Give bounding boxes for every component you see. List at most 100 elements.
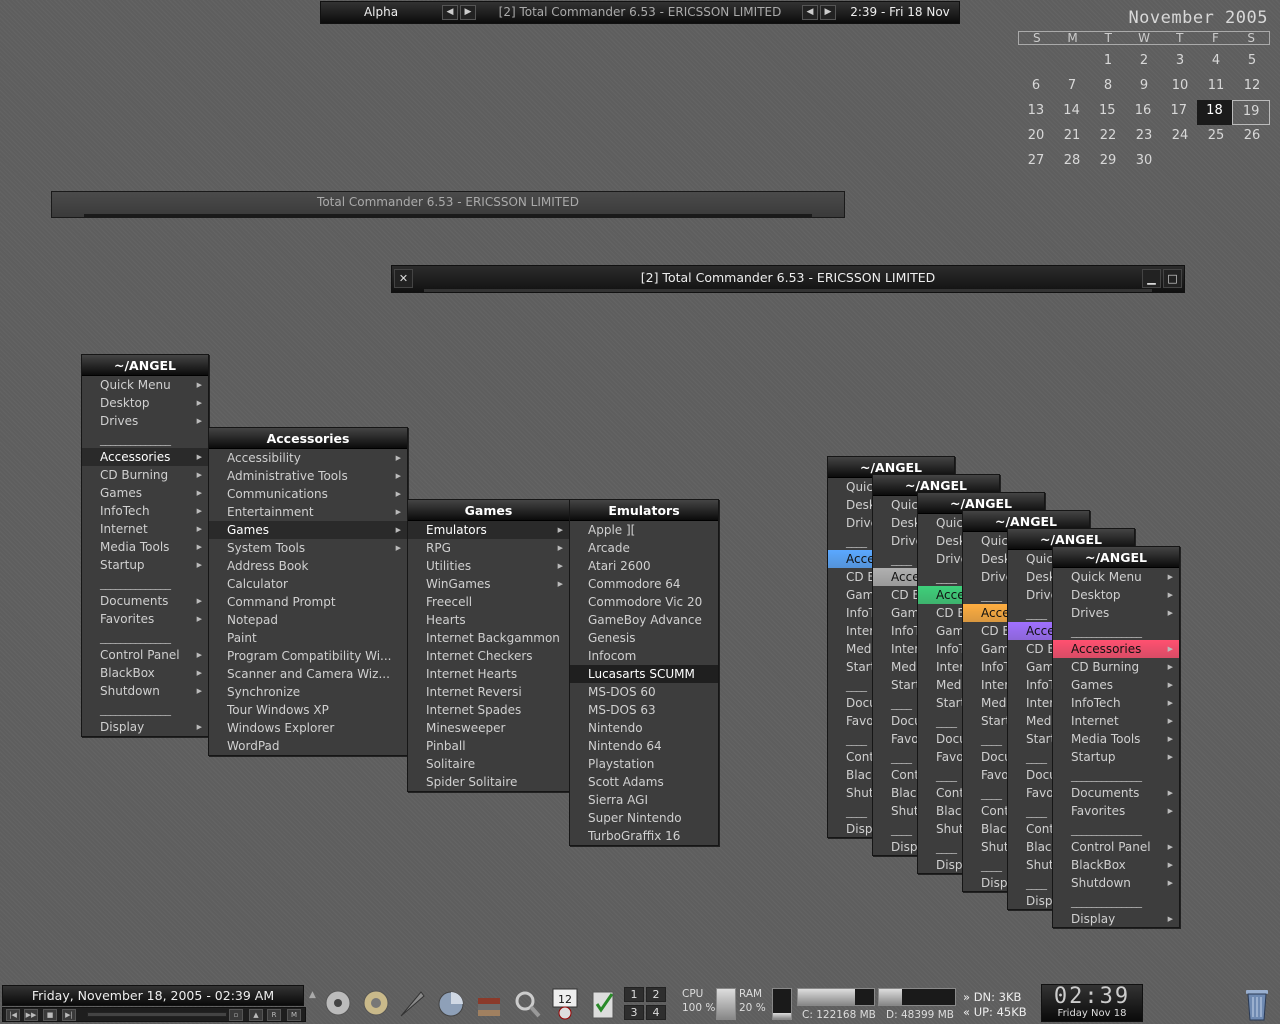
play-icon[interactable]: ▶▶	[24, 1009, 38, 1021]
next-track-icon[interactable]: ▶|	[62, 1009, 76, 1021]
menu-item-media-tools[interactable]: Media Tools ▶	[82, 538, 208, 556]
menu-item-blackbox[interactable]: BlackBox ▶	[1053, 856, 1179, 874]
menu-item-quick-menu[interactable]: Quick Menu ▶	[1053, 568, 1179, 586]
menu-item-spider-solitaire[interactable]: Spider Solitaire	[408, 773, 569, 791]
calendar-day[interactable]: 2	[1126, 50, 1162, 75]
menu-item-control-panel[interactable]: Control Panel ▶	[82, 646, 208, 664]
menu-item-games[interactable]: Games ▶	[1053, 676, 1179, 694]
desktop-switch-2[interactable]: 2	[646, 987, 666, 1002]
menu-item-communications[interactable]: Communications ▶	[209, 485, 407, 503]
menu-item-accessibility[interactable]: Accessibility ▶	[209, 449, 407, 467]
menu-item-wordpad[interactable]: WordPad	[209, 737, 407, 755]
calendar-day[interactable]: 21	[1054, 125, 1090, 150]
menu-item-genesis[interactable]: Genesis	[570, 629, 718, 647]
stop-icon[interactable]: ■	[43, 1009, 57, 1021]
menu-item-calculator[interactable]: Calculator	[209, 575, 407, 593]
menu-item-program-compatibility-wi[interactable]: Program Compatibility Wi...	[209, 647, 407, 665]
disk-icon[interactable]	[361, 986, 391, 1020]
cd-icon[interactable]	[323, 986, 353, 1020]
workspace-label[interactable]: Alpha	[321, 2, 441, 23]
menu-item-pinball[interactable]: Pinball	[408, 737, 569, 755]
calendar-day[interactable]: 3	[1162, 50, 1198, 75]
calendar-day[interactable]: 13	[1018, 100, 1054, 125]
menu-item-utilities[interactable]: Utilities ▶	[408, 557, 569, 575]
eject-icon[interactable]: ▲	[249, 1009, 263, 1021]
menu-item-shutdown[interactable]: Shutdown ▶	[82, 682, 208, 700]
menu-item-minesweeper[interactable]: Minesweeper	[408, 719, 569, 737]
menu-item-atari-2600[interactable]: Atari 2600	[570, 557, 718, 575]
menu-item-freecell[interactable]: Freecell	[408, 593, 569, 611]
menu-item-scanner-and-camera-wiz[interactable]: Scanner and Camera Wiz...	[209, 665, 407, 683]
menu-item-super-nintendo[interactable]: Super Nintendo	[570, 809, 718, 827]
calendar-day[interactable]: 24	[1162, 125, 1198, 150]
calendar-day[interactable]: 7	[1054, 75, 1090, 100]
menu-item-nintendo-64[interactable]: Nintendo 64	[570, 737, 718, 755]
menu-item-rpg[interactable]: RPG ▶	[408, 539, 569, 557]
menu-item-accessories[interactable]: Accessories ▶	[82, 448, 208, 466]
menu-item-paint[interactable]: Paint	[209, 629, 407, 647]
menu-item-commodore-vic-20[interactable]: Commodore Vic 20	[570, 593, 718, 611]
menu-item-games[interactable]: Games ▶	[209, 521, 407, 539]
menu-item-games[interactable]: Games ▶	[82, 484, 208, 502]
menu-item-solitaire[interactable]: Solitaire	[408, 755, 569, 773]
menu-item-scott-adams[interactable]: Scott Adams	[570, 773, 718, 791]
menu-item-lucasarts-scumm[interactable]: Lucasarts SCUMM	[570, 665, 718, 683]
menu-item-accessories[interactable]: Accessories ▶	[1053, 640, 1179, 658]
menu-item-notepad[interactable]: Notepad	[209, 611, 407, 629]
minimize-icon[interactable]: ▁	[1142, 269, 1161, 288]
task-title[interactable]: [2] Total Commander 6.53 - ERICSSON LIMI…	[481, 2, 799, 23]
calendar-day[interactable]: 19	[1232, 100, 1271, 125]
menu-item-emulators[interactable]: Emulators ▶	[408, 521, 569, 539]
desktop-switch-4[interactable]: 4	[646, 1005, 666, 1020]
menu-item-cd-burning[interactable]: CD Burning ▶	[1053, 658, 1179, 676]
menu-item-quick-menu[interactable]: Quick Menu ▶	[82, 376, 208, 394]
menu-item-drives[interactable]: Drives ▶	[82, 412, 208, 430]
menu-item-entertainment[interactable]: Entertainment ▶	[209, 503, 407, 521]
calendar-day[interactable]: 5	[1234, 50, 1270, 75]
next-task-button[interactable]: ▶	[820, 5, 836, 20]
menu-item-tour-windows-xp[interactable]: Tour Windows XP	[209, 701, 407, 719]
menu-item-media-tools[interactable]: Media Tools ▶	[1053, 730, 1179, 748]
magnifier-icon[interactable]	[512, 986, 542, 1020]
next-workspace-button[interactable]: ▶	[460, 5, 476, 20]
menu-item-ms-dos-60[interactable]: MS-DOS 60	[570, 683, 718, 701]
menu-item-cd-burning[interactable]: CD Burning ▶	[82, 466, 208, 484]
menu-item-command-prompt[interactable]: Command Prompt	[209, 593, 407, 611]
menu-item-documents[interactable]: Documents ▶	[1053, 784, 1179, 802]
menu-item-synchronize[interactable]: Synchronize	[209, 683, 407, 701]
menu-item-internet-spades[interactable]: Internet Spades	[408, 701, 569, 719]
menu-item-drives[interactable]: Drives ▶	[1053, 604, 1179, 622]
menu-item-commodore-64[interactable]: Commodore 64	[570, 575, 718, 593]
menu-item-windows-explorer[interactable]: Windows Explorer	[209, 719, 407, 737]
calendar-day[interactable]: 1	[1090, 50, 1126, 75]
calendar-day[interactable]: 15	[1089, 100, 1125, 125]
calendar-day[interactable]: 28	[1054, 150, 1090, 175]
feather-icon[interactable]	[397, 986, 427, 1020]
menu-item-turbograffix-16[interactable]: TurboGraffix 16	[570, 827, 718, 845]
taskbar-collapse-icon[interactable]: ▲	[309, 990, 317, 1016]
calendar-day[interactable]: 4	[1198, 50, 1234, 75]
menu-item-shutdown[interactable]: Shutdown ▶	[1053, 874, 1179, 892]
calendar-day[interactable]: 16	[1125, 100, 1161, 125]
calendar-day[interactable]: 20	[1018, 125, 1054, 150]
calendar-day[interactable]: 11	[1198, 75, 1234, 100]
total-commander-window[interactable]: ✕ [2] Total Commander 6.53 - ERICSSON LI…	[391, 265, 1185, 293]
menu-item-favorites[interactable]: Favorites ▶	[82, 610, 208, 628]
menu-item-internet-reversi[interactable]: Internet Reversi	[408, 683, 569, 701]
calendar-day[interactable]: 29	[1090, 150, 1126, 175]
desktop-switch-3[interactable]: 3	[624, 1005, 644, 1020]
calendar-day[interactable]: 25	[1198, 125, 1234, 150]
menu-item-internet[interactable]: Internet ▶	[82, 520, 208, 538]
notepad-icon[interactable]	[588, 986, 618, 1020]
recycle-bin-icon[interactable]	[1238, 984, 1276, 1022]
menu-item-internet-hearts[interactable]: Internet Hearts	[408, 665, 569, 683]
menu-item-display[interactable]: Display ▶	[82, 718, 208, 736]
menu-item-infotech[interactable]: InfoTech ▶	[82, 502, 208, 520]
menu-item-administrative-tools[interactable]: Administrative Tools ▶	[209, 467, 407, 485]
calendar-day[interactable]: 18	[1196, 100, 1233, 125]
books-icon[interactable]	[474, 986, 504, 1020]
menu-item-control-panel[interactable]: Control Panel ▶	[1053, 838, 1179, 856]
media-seek-bar[interactable]	[87, 1012, 227, 1017]
prev-workspace-button[interactable]: ◀	[442, 5, 458, 20]
calendar-day[interactable]: 30	[1126, 150, 1162, 175]
